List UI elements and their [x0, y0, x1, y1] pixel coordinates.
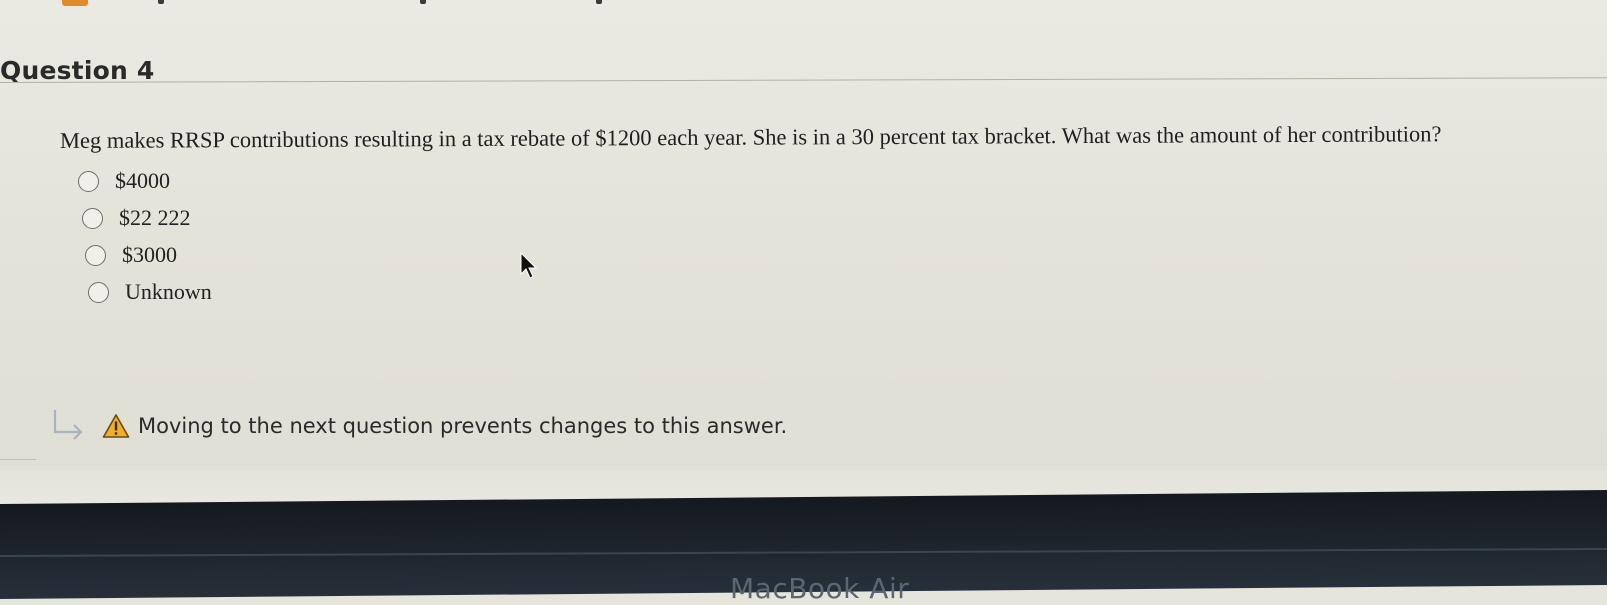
orange-toolbar-icon[interactable] [62, 0, 88, 6]
toolbar-fragment [596, 0, 602, 4]
warning-text: Moving to the next question prevents cha… [138, 414, 788, 438]
warning-triangle-icon [102, 414, 130, 438]
radio-button[interactable] [82, 207, 103, 229]
next-arrow-icon [53, 410, 83, 440]
answer-option-label: Unknown [125, 279, 212, 304]
answer-option-label: $22 222 [119, 205, 191, 230]
answer-option-label: $4000 [115, 168, 170, 193]
question-text: Meg makes RRSP contributions resulting i… [59, 121, 1442, 153]
answer-option-label: $3000 [122, 242, 177, 267]
radio-button[interactable] [88, 281, 109, 303]
device-label: MacBook Air [730, 572, 910, 605]
answer-option-2[interactable]: $22 222 [82, 205, 191, 231]
toolbar-fragment [158, 0, 164, 4]
warning-message: Moving to the next question prevents cha… [50, 408, 787, 444]
radio-button[interactable] [78, 170, 99, 192]
toolbar-fragment [420, 0, 426, 4]
top-toolbar-edge [0, 0, 1607, 8]
answer-option-4[interactable]: Unknown [88, 279, 212, 305]
title-divider [0, 77, 1607, 83]
answer-option-3[interactable]: $3000 [85, 242, 177, 268]
divider [0, 459, 36, 460]
radio-button[interactable] [85, 244, 106, 266]
mouse-pointer-icon [520, 252, 538, 279]
browser-viewport: Question 4 Meg makes RRSP contributions … [0, 0, 1607, 510]
answer-option-1[interactable]: $4000 [78, 168, 170, 194]
